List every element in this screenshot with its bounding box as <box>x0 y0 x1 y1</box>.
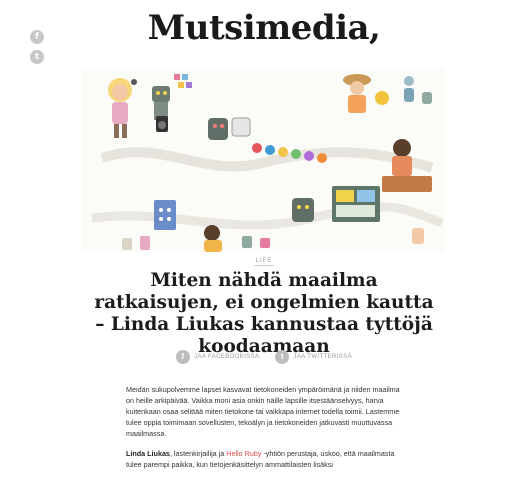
paragraph-2: Linda Liukas, lastenkirjailija ja Hello … <box>126 448 400 470</box>
facebook-icon: f <box>176 350 190 364</box>
twitter-icon: t <box>275 350 290 364</box>
share-facebook-button[interactable]: f JAA FACEBOOKISSA <box>176 350 259 364</box>
paragraph-2-text-a: , lastenkirjailija ja <box>169 449 227 458</box>
article-category[interactable]: LIFE <box>0 258 528 266</box>
paragraph-1: Meidän sukupolvemme lapset kasvavat tiet… <box>126 385 400 438</box>
share-twitter-label: JAA TWITTERISSÄ <box>293 354 352 360</box>
hero-illustration <box>82 68 445 252</box>
article-title: Miten nähdä maailma ratkaisujen, ei onge… <box>94 270 434 357</box>
person-name: Linda Liukas <box>126 449 170 458</box>
category-label[interactable]: LIFE <box>253 258 275 266</box>
site-logo[interactable]: Mutsimedia, <box>0 8 528 48</box>
share-twitter-button[interactable]: t JAA TWITTERISSÄ <box>275 350 352 364</box>
hello-ruby-link[interactable]: Hello Ruby <box>226 449 261 458</box>
share-bar: f JAA FACEBOOKISSA t JAA TWITTERISSÄ <box>0 350 528 364</box>
article-body: Meidän sukupolvemme lapset kasvavat tiet… <box>126 384 400 479</box>
share-facebook-label: JAA FACEBOOKISSA <box>194 354 260 360</box>
twitter-icon[interactable]: t <box>30 50 44 64</box>
